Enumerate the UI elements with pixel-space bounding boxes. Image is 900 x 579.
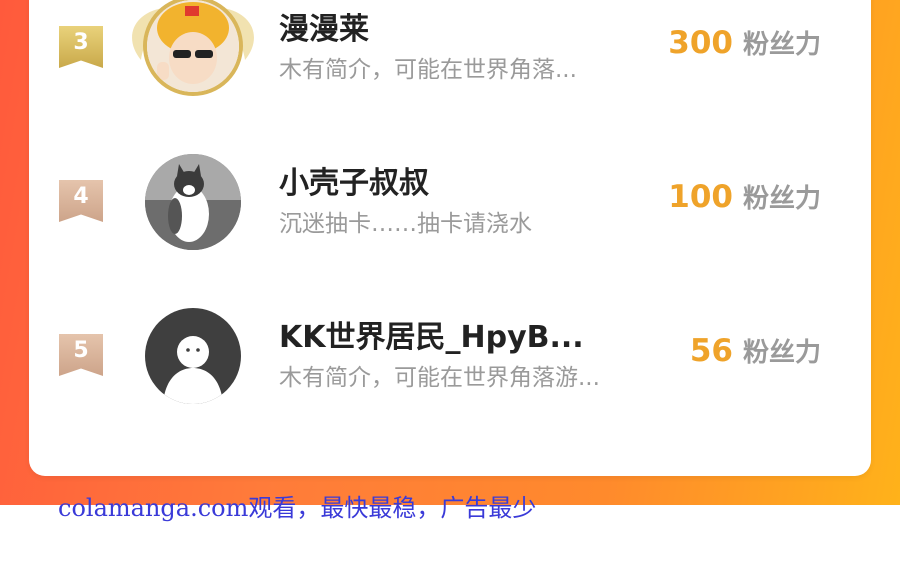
fan-score: 56 粉丝力 bbox=[690, 332, 821, 369]
ranking-card: 3 漫漫莱 木有简介，可能在世界角落... 300 粉丝力 4 小壳子叔叔 沉迷… bbox=[29, 0, 871, 476]
fan-score-value: 56 bbox=[689, 333, 733, 369]
fan-score-value: 300 bbox=[668, 25, 733, 61]
user-bio: 木有简介，可能在世界角落游... bbox=[279, 365, 600, 391]
user-name[interactable]: 漫漫莱 bbox=[279, 4, 369, 48]
user-avatar[interactable] bbox=[145, 154, 241, 250]
fan-score: 100 粉丝力 bbox=[668, 178, 821, 215]
user-bio: 木有简介，可能在世界角落... bbox=[279, 57, 577, 83]
user-name[interactable]: 小壳子叔叔 bbox=[279, 158, 429, 202]
ranking-row-4[interactable]: 4 小壳子叔叔 沉迷抽卡……抽卡请浇水 100 粉丝力 bbox=[29, 154, 871, 294]
rank-badge: 3 bbox=[59, 26, 103, 68]
ranking-row-3[interactable]: 3 漫漫莱 木有简介，可能在世界角落... 300 粉丝力 bbox=[29, 0, 871, 140]
rank-badge: 5 bbox=[59, 334, 103, 376]
user-avatar[interactable] bbox=[145, 308, 241, 404]
ranking-row-5[interactable]: 5 KK世界居民_HpyB... 木有简介，可能在世界角落游... 56 粉丝力 bbox=[29, 308, 871, 448]
baby-photo-icon bbox=[147, 0, 239, 92]
user-avatar[interactable] bbox=[143, 0, 243, 96]
fan-score-value: 100 bbox=[668, 179, 733, 215]
fan-score: 300 粉丝力 bbox=[668, 24, 821, 61]
fan-score-unit: 粉丝力 bbox=[742, 30, 821, 60]
user-bio: 沉迷抽卡……抽卡请浇水 bbox=[279, 211, 532, 237]
cat-photo-icon bbox=[145, 154, 241, 250]
user-name[interactable]: KK世界居民_HpyB... bbox=[279, 312, 584, 356]
fan-score-unit: 粉丝力 bbox=[742, 338, 821, 368]
fan-score-unit: 粉丝力 bbox=[742, 184, 821, 214]
default-avatar-icon bbox=[145, 308, 241, 404]
watermark-text: colamanga.com观看，最快最稳，广告最少 bbox=[58, 494, 537, 522]
rank-badge: 4 bbox=[59, 180, 103, 222]
